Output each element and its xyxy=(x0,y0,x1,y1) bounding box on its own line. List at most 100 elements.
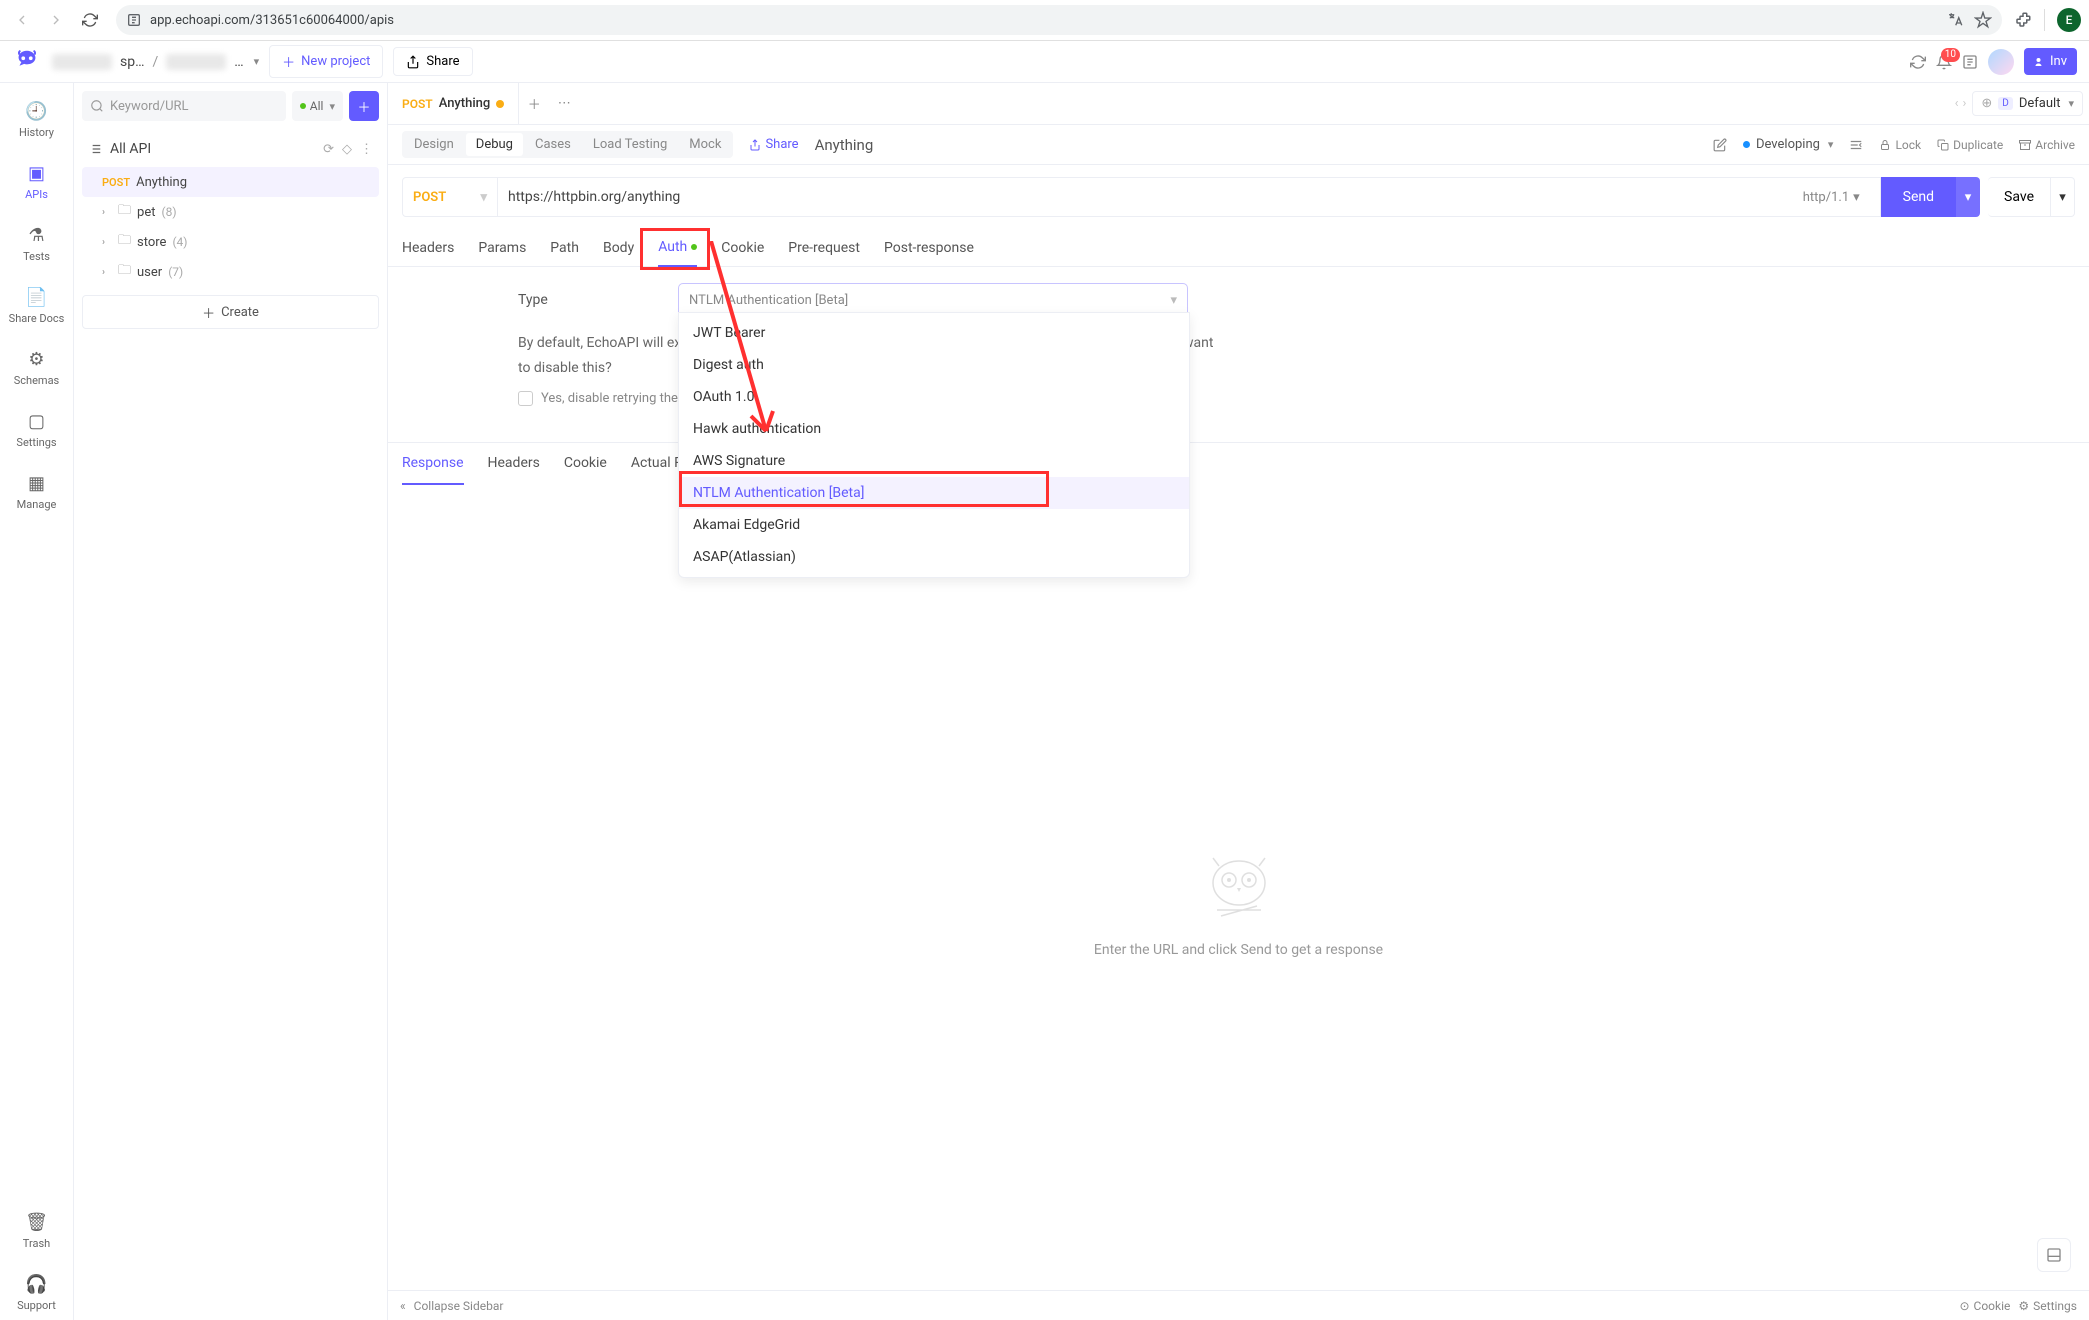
forward-button[interactable] xyxy=(42,6,70,34)
app-topbar: sp… / … ▾ ＋ New project Share 10 Inv xyxy=(0,41,2089,83)
folder-icon: 🗀 xyxy=(118,201,131,223)
mode-mock[interactable]: Mock xyxy=(679,133,731,156)
tree-folder[interactable]: › 🗀 pet (8) xyxy=(82,197,379,227)
auth-option-selected[interactable]: NTLM Authentication [Beta] xyxy=(679,477,1189,509)
all-api-header[interactable]: All API ⟳ ◇ ⋮ xyxy=(82,131,379,167)
nav-apis[interactable]: ▣APIs xyxy=(7,155,67,209)
profile-avatar[interactable]: E xyxy=(2057,8,2081,32)
tab-pre-request[interactable]: Pre-request xyxy=(788,229,860,266)
nav-tests[interactable]: ⚗Tests xyxy=(7,217,67,271)
tab-params[interactable]: Params xyxy=(478,229,526,266)
archive-icon xyxy=(2019,139,2031,151)
nav-support[interactable]: 🎧Support xyxy=(7,1266,67,1320)
tab-path[interactable]: Path xyxy=(550,229,579,266)
address-bar[interactable]: app.echoapi.com/313651c60064000/apis xyxy=(116,5,2002,35)
breadcrumb-project[interactable] xyxy=(166,54,226,70)
auth-option[interactable]: Akamai EdgeGrid xyxy=(679,509,1189,541)
more-tree-icon[interactable]: ⋮ xyxy=(360,142,373,157)
nav-schemas[interactable]: ⚙Schemas xyxy=(7,341,67,395)
mode-cases[interactable]: Cases xyxy=(525,133,581,156)
mode-design[interactable]: Design xyxy=(404,133,464,156)
chevron-down-icon[interactable]: ▾ xyxy=(254,55,260,68)
auth-option[interactable]: AWS Signature xyxy=(679,445,1189,477)
refresh-button[interactable] xyxy=(76,6,104,34)
tab-body[interactable]: Body xyxy=(603,229,634,266)
resp-tab-cookie[interactable]: Cookie xyxy=(564,443,607,485)
expand-tree-icon[interactable]: ◇ xyxy=(342,142,352,157)
share-icon xyxy=(749,139,761,151)
tab-next[interactable]: › xyxy=(1962,96,1966,111)
auth-option[interactable]: OAuth 1.0 xyxy=(679,381,1189,413)
api-tree: POST Anything › 🗀 pet (8) › 🗀 store (4) … xyxy=(82,167,379,287)
nav-manage[interactable]: ▦Manage xyxy=(7,465,67,519)
filter-all[interactable]: All▾ xyxy=(292,91,343,121)
status-selector[interactable]: Developing▾ xyxy=(1743,137,1834,152)
refresh-tree-icon[interactable]: ⟳ xyxy=(323,142,334,157)
notifications-icon[interactable]: 10 xyxy=(1936,54,1952,70)
extensions-icon[interactable] xyxy=(2014,11,2032,29)
back-button[interactable] xyxy=(8,6,36,34)
new-project-button[interactable]: ＋ New project xyxy=(269,45,383,78)
globe-icon: ⊕ xyxy=(1981,96,1992,111)
tab-headers[interactable]: Headers xyxy=(402,229,454,266)
activity-icon[interactable] xyxy=(1962,54,1978,70)
tree-folder[interactable]: › 🗀 user (7) xyxy=(82,257,379,287)
mode-load-testing[interactable]: Load Testing xyxy=(583,133,677,156)
nav-share-docs[interactable]: 📄Share Docs xyxy=(7,279,67,333)
tree-folder[interactable]: › 🗀 store (4) xyxy=(82,227,379,257)
duplicate-action[interactable]: Duplicate xyxy=(1937,138,2003,152)
footer-cookie[interactable]: ⊙Cookie xyxy=(1959,1299,2010,1313)
chevron-right-icon: › xyxy=(102,207,112,218)
request-tab[interactable]: POST Anything xyxy=(388,83,519,124)
user-avatar[interactable] xyxy=(1988,49,2014,75)
auth-option[interactable]: ASAP(Atlassian) xyxy=(679,541,1189,573)
url-input[interactable] xyxy=(508,189,1793,205)
nav-trash[interactable]: 🗑Trash xyxy=(7,1204,67,1258)
translate-icon[interactable] xyxy=(1946,11,1964,29)
share-link[interactable]: Share xyxy=(749,137,798,152)
share-button[interactable]: Share xyxy=(393,47,472,76)
bookmark-star-icon[interactable] xyxy=(1974,11,1992,29)
footer-settings[interactable]: ⚙Settings xyxy=(2018,1299,2077,1313)
proto-select[interactable]: http/1.1▾ xyxy=(1793,190,1870,205)
tab-post-response[interactable]: Post-response xyxy=(884,229,974,266)
edit-icon[interactable] xyxy=(1713,138,1727,152)
notif-badge: 10 xyxy=(1941,48,1960,62)
save-dropdown[interactable]: ▾ xyxy=(2051,177,2075,217)
send-dropdown[interactable]: ▾ xyxy=(1956,177,1980,217)
collapse-sidebar[interactable]: Collapse Sidebar xyxy=(414,1299,504,1313)
breadcrumb-workspace[interactable] xyxy=(52,54,112,70)
tab-more-button[interactable]: ⋯ xyxy=(549,96,579,111)
save-button[interactable]: Save xyxy=(1988,177,2051,217)
resp-tab-response[interactable]: Response xyxy=(402,443,464,485)
crumb-1[interactable]: sp… xyxy=(120,54,144,70)
indent-icon[interactable] xyxy=(1849,138,1863,152)
new-tab-button[interactable]: ＋ xyxy=(519,94,549,113)
send-button[interactable]: Send xyxy=(1881,177,1956,217)
lock-action[interactable]: Lock xyxy=(1879,138,1921,152)
collapse-sidebar-chevron[interactable]: « xyxy=(400,1299,406,1313)
layout-toggle[interactable] xyxy=(2037,1238,2071,1272)
nav-history[interactable]: 🕘History xyxy=(7,93,67,147)
resp-tab-headers[interactable]: Headers xyxy=(488,443,540,485)
response-hint: Enter the URL and click Send to get a re… xyxy=(1094,942,1383,958)
tree-item[interactable]: POST Anything xyxy=(82,167,379,197)
mode-debug[interactable]: Debug xyxy=(466,133,523,156)
invite-button[interactable]: Inv xyxy=(2024,48,2077,75)
search-input[interactable]: Keyword/URL xyxy=(82,91,286,121)
crumb-2[interactable]: … xyxy=(234,54,243,70)
auth-option[interactable]: Digest auth xyxy=(679,349,1189,381)
plus-icon: ＋ xyxy=(282,52,295,71)
auth-option[interactable]: JWT Bearer xyxy=(679,317,1189,349)
nav-settings[interactable]: ▢Settings xyxy=(7,403,67,457)
create-button[interactable]: ＋ Create xyxy=(82,295,379,329)
tab-auth[interactable]: Auth xyxy=(658,229,697,267)
method-select[interactable]: POST▾ xyxy=(402,177,498,217)
sync-icon[interactable] xyxy=(1910,54,1926,70)
environment-selector[interactable]: ⊕ D Default ▾ xyxy=(1972,91,2083,116)
archive-action[interactable]: Archive xyxy=(2019,138,2075,152)
tab-prev[interactable]: ‹ xyxy=(1955,96,1959,111)
auth-option[interactable]: Hawk authentication xyxy=(679,413,1189,445)
add-button[interactable]: ＋ xyxy=(349,91,379,121)
tab-cookie[interactable]: Cookie xyxy=(721,229,764,266)
